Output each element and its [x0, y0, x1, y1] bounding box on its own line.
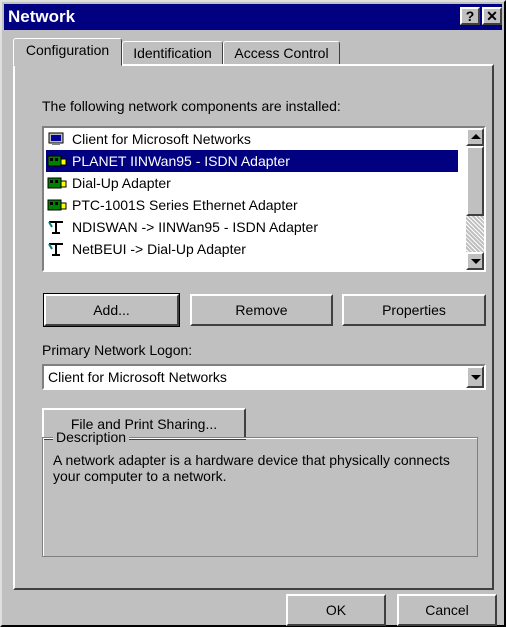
add-button[interactable]: Add... — [43, 293, 180, 327]
components-list[interactable]: Client for Microsoft Networks PLANET IIN… — [42, 126, 486, 272]
list-item-selected[interactable]: PLANET IINWan95 - ISDN Adapter — [46, 150, 458, 172]
scroll-thumb[interactable] — [466, 146, 484, 216]
list-item[interactable]: Client for Microsoft Networks — [46, 128, 458, 150]
list-item[interactable]: PTC-1001S Series Ethernet Adapter — [46, 194, 458, 216]
logon-value: Client for Microsoft Networks — [48, 369, 227, 385]
arrow-up-icon — [471, 134, 481, 139]
dropdown-button[interactable] — [466, 366, 484, 388]
scroll-up-button[interactable] — [466, 128, 484, 146]
scroll-down-button[interactable] — [466, 252, 484, 270]
list-item[interactable]: Dial-Up Adapter — [46, 172, 458, 194]
ok-button[interactable]: OK — [286, 594, 386, 626]
properties-button[interactable]: Properties — [342, 294, 486, 326]
adapter-icon — [47, 199, 67, 211]
arrow-down-icon — [471, 259, 481, 264]
description-title: Description — [53, 429, 130, 445]
remove-button[interactable]: Remove — [190, 294, 333, 326]
list-item[interactable]: NDISWAN -> IINWan95 - ISDN Adapter — [46, 216, 458, 238]
list-item[interactable]: NetBEUI -> Dial-Up Adapter — [46, 238, 458, 260]
vertical-scrollbar[interactable] — [466, 128, 484, 270]
protocol-icon — [48, 243, 63, 256]
logon-label: Primary Network Logon: — [42, 342, 193, 358]
primary-logon-select[interactable]: Client for Microsoft Networks — [42, 364, 486, 390]
adapter-icon — [47, 155, 67, 167]
protocol-icon — [48, 221, 63, 234]
description-text: A network adapter is a hardware device t… — [53, 452, 450, 484]
cancel-button[interactable]: Cancel — [397, 594, 497, 626]
description-group: Description A network adapter is a hardw… — [42, 429, 478, 557]
client-icon — [48, 132, 64, 145]
adapter-icon — [47, 177, 67, 189]
chevron-down-icon — [471, 375, 481, 380]
components-label: The following network components are ins… — [42, 98, 341, 114]
